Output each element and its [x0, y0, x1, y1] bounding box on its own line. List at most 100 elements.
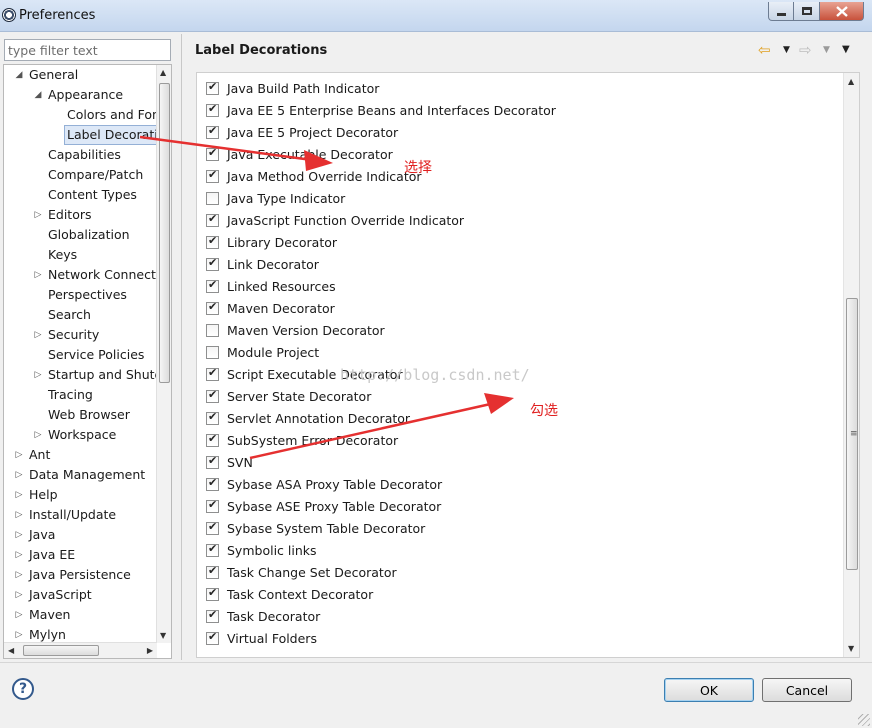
decorator-row[interactable]: Java Build Path Indicator — [197, 78, 837, 100]
decorator-checkbox[interactable] — [206, 346, 219, 359]
decorator-row[interactable]: Library Decorator — [197, 232, 837, 254]
decorator-checkbox[interactable] — [206, 168, 219, 183]
expand-arrow-icon[interactable]: ▷ — [14, 625, 24, 643]
forward-history-dropdown-icon[interactable]: ▼ — [823, 40, 830, 60]
decorator-row[interactable]: Java Executable Decorator — [197, 144, 837, 166]
collapse-arrow-icon[interactable]: ◢ — [33, 85, 43, 105]
tree-vertical-scrollbar[interactable]: ▲ ▼ — [156, 65, 171, 643]
decorator-checkbox[interactable] — [206, 454, 219, 469]
decorator-row[interactable]: Symbolic links — [197, 540, 837, 562]
filter-input[interactable] — [4, 39, 171, 61]
decorator-checkbox[interactable] — [206, 124, 219, 139]
resize-grip[interactable] — [858, 714, 870, 726]
tree-horizontal-scrollbar[interactable]: ◀ ▶ — [4, 642, 157, 658]
decorator-row[interactable]: Module Project — [197, 342, 837, 364]
decorator-row[interactable]: SubSystem Error Decorator — [197, 430, 837, 452]
expand-arrow-icon[interactable]: ▷ — [33, 325, 43, 345]
tree-vertical-scroll-thumb[interactable] — [159, 83, 170, 383]
decorator-label: Sybase ASE Proxy Table Decorator — [227, 499, 442, 514]
decorator-checkbox[interactable] — [206, 102, 219, 117]
expand-arrow-icon[interactable]: ▷ — [33, 425, 43, 445]
decorator-checkbox[interactable] — [206, 146, 219, 161]
close-button[interactable] — [820, 2, 864, 21]
tree-item-label: Ant — [29, 447, 51, 462]
ok-button[interactable]: OK — [664, 678, 754, 702]
decorator-checkbox[interactable] — [206, 388, 219, 403]
list-vertical-scrollbar[interactable]: ▲ ≡ ▼ — [843, 73, 859, 657]
scroll-up-icon[interactable]: ▲ — [160, 68, 166, 77]
scroll-right-icon[interactable]: ▶ — [147, 646, 153, 655]
decorator-row[interactable]: Sybase ASA Proxy Table Decorator — [197, 474, 837, 496]
decorator-checkbox[interactable] — [206, 324, 219, 337]
decorator-row[interactable]: Sybase ASE Proxy Table Decorator — [197, 496, 837, 518]
decorator-row[interactable]: Java EE 5 Project Decorator — [197, 122, 837, 144]
scroll-up-icon[interactable]: ▲ — [848, 77, 854, 86]
view-menu-icon[interactable]: ▼ — [842, 40, 850, 60]
decorator-row[interactable]: Maven Version Decorator — [197, 320, 837, 342]
expand-arrow-icon[interactable]: ▷ — [14, 585, 24, 605]
decorator-row[interactable]: Task Decorator — [197, 606, 837, 628]
decorator-checkbox[interactable] — [206, 476, 219, 491]
scroll-down-icon[interactable]: ▼ — [848, 644, 854, 653]
decorator-checkbox[interactable] — [206, 542, 219, 557]
decorator-checkbox[interactable] — [206, 192, 219, 205]
decorator-checkbox[interactable] — [206, 498, 219, 513]
expand-arrow-icon[interactable]: ▷ — [14, 485, 24, 505]
scroll-down-icon[interactable]: ▼ — [160, 631, 166, 640]
help-icon[interactable]: ? — [12, 678, 34, 700]
back-arrow-icon[interactable]: ⇦ — [758, 40, 771, 60]
decorator-checkbox[interactable] — [206, 300, 219, 315]
decorator-row[interactable]: Task Context Decorator — [197, 584, 837, 606]
minimize-button[interactable] — [768, 2, 794, 21]
expand-arrow-icon[interactable]: ▷ — [14, 605, 24, 625]
expand-arrow-icon[interactable]: ▷ — [14, 545, 24, 565]
decorator-row[interactable]: Sybase System Table Decorator — [197, 518, 837, 540]
decorator-checkbox[interactable] — [206, 630, 219, 645]
list-vertical-scroll-thumb[interactable]: ≡ — [846, 298, 858, 570]
maximize-button[interactable] — [794, 2, 820, 21]
decorator-row[interactable]: Task Change Set Decorator — [197, 562, 837, 584]
scroll-left-icon[interactable]: ◀ — [8, 646, 14, 655]
decorator-row[interactable]: SVN — [197, 452, 837, 474]
decorator-checkbox[interactable] — [206, 212, 219, 227]
expand-arrow-icon[interactable]: ▷ — [33, 205, 43, 225]
panel-splitter[interactable] — [181, 34, 182, 660]
decorator-row[interactable]: Servlet Annotation Decorator — [197, 408, 837, 430]
expand-arrow-icon[interactable]: ▷ — [14, 505, 24, 525]
decorator-row[interactable]: JavaScript Function Override Indicator — [197, 210, 837, 232]
decorator-label: SVN — [227, 455, 253, 470]
tree-horizontal-scroll-thumb[interactable] — [23, 645, 99, 656]
collapse-arrow-icon[interactable]: ◢ — [14, 65, 24, 85]
decorator-checkbox[interactable] — [206, 366, 219, 381]
decorator-checkbox[interactable] — [206, 586, 219, 601]
decorator-row[interactable]: Server State Decorator — [197, 386, 837, 408]
tree-item-label: Maven — [29, 607, 71, 622]
decorator-checkbox[interactable] — [206, 256, 219, 271]
decorator-checkbox[interactable] — [206, 278, 219, 293]
expand-arrow-icon[interactable]: ▷ — [33, 265, 43, 285]
back-history-dropdown-icon[interactable]: ▼ — [783, 40, 790, 60]
decorator-row[interactable]: Java EE 5 Enterprise Beans and Interface… — [197, 100, 837, 122]
decorator-checkbox[interactable] — [206, 564, 219, 579]
tree-item-label: Java Persistence — [29, 567, 131, 582]
cancel-button[interactable]: Cancel — [762, 678, 852, 702]
expand-arrow-icon[interactable]: ▷ — [14, 465, 24, 485]
decorator-row[interactable]: Maven Decorator — [197, 298, 837, 320]
decorator-label: Library Decorator — [227, 235, 338, 250]
decorator-row[interactable]: Linked Resources — [197, 276, 837, 298]
decorator-checkbox[interactable] — [206, 234, 219, 249]
forward-arrow-icon[interactable]: ⇨ — [799, 40, 812, 60]
decorator-row[interactable]: Link Decorator — [197, 254, 837, 276]
decorator-row[interactable]: Java Method Override Indicator — [197, 166, 837, 188]
expand-arrow-icon[interactable]: ▷ — [14, 445, 24, 465]
decorator-checkbox[interactable] — [206, 520, 219, 535]
decorator-checkbox[interactable] — [206, 432, 219, 447]
decorator-row[interactable]: Java Type Indicator — [197, 188, 837, 210]
decorator-checkbox[interactable] — [206, 410, 219, 425]
decorator-row[interactable]: Virtual Folders — [197, 628, 837, 650]
decorator-checkbox[interactable] — [206, 608, 219, 623]
expand-arrow-icon[interactable]: ▷ — [14, 565, 24, 585]
decorator-checkbox[interactable] — [206, 80, 219, 95]
expand-arrow-icon[interactable]: ▷ — [33, 365, 43, 385]
expand-arrow-icon[interactable]: ▷ — [14, 525, 24, 545]
